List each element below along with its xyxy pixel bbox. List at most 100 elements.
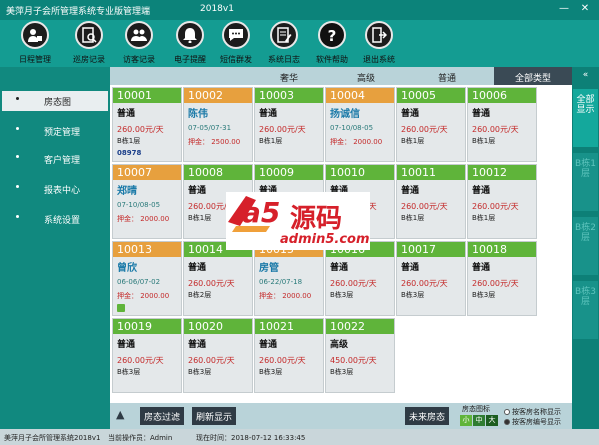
sidebar-item-label: 报表中心 (44, 186, 81, 196)
guest-name: 郑晴 (117, 186, 137, 197)
room-type: 普通 (401, 109, 420, 119)
room-card[interactable]: 10011 普通 260.00元/天 B栋1层 (396, 164, 466, 239)
room-card[interactable]: 10013 曾欣 06-06/07-02 押金： 2000.00 (112, 241, 182, 316)
room-card[interactable]: 10018 普通 260.00元/天 B栋3层 (467, 241, 537, 316)
display-by-name-radio[interactable]: 按客房名称显示 (504, 407, 561, 417)
room-card[interactable]: 10007 郑晴 07-10/08-05 押金： 2000.00 (112, 164, 182, 239)
room-card[interactable]: 10020 普通 260.00元/天 B栋3层 (183, 318, 253, 393)
room-price: 260.00元/天 (117, 356, 164, 365)
room-price: 260.00元/天 (472, 125, 519, 134)
help-icon: ? (318, 21, 346, 49)
reminder-button[interactable]: 电子提醒 (168, 20, 212, 67)
sidebar-item-customers[interactable]: 客户管理 (2, 149, 108, 169)
sidebar-item-reservations[interactable]: 预定管理 (2, 121, 108, 141)
watermark-url: admin5.com (280, 232, 370, 247)
close-icon[interactable]: ✕ (578, 2, 592, 16)
help-button[interactable]: ? 软件帮助 (310, 20, 354, 67)
toolbar-label: 访客记录 (123, 55, 155, 64)
visitors-button[interactable]: 访客记录 (117, 20, 161, 67)
stay-dates: 07-05/07-31 (188, 124, 232, 132)
tab-advanced[interactable]: 高级 (357, 71, 375, 84)
deposit: 押金： 2000.00 (117, 215, 170, 223)
room-card[interactable]: 10015房管06-22/07-18押金： 2000.00 (254, 241, 324, 316)
room-code: 08978 (117, 149, 142, 157)
toolbar-label: 系统日志 (268, 55, 300, 64)
room-floor: B栋1层 (401, 214, 425, 222)
floor-tab-b3[interactable]: B栋3层 (573, 281, 598, 339)
radio-circle-icon (504, 409, 510, 415)
room-type: 普通 (472, 186, 491, 196)
tab-standard[interactable]: 普通 (438, 71, 456, 84)
bullet-icon (16, 155, 19, 158)
size-large-button[interactable]: 大 (486, 415, 498, 426)
sidebar-item-room-status[interactable]: 房态图 (2, 91, 108, 111)
size-small-button[interactable]: 小 (460, 415, 472, 426)
deposit: 押金： 2000.00 (117, 292, 170, 300)
room-number: 10003 (255, 88, 323, 103)
room-floor: B栋3层 (330, 291, 354, 299)
display-by-number-radio[interactable]: 按客房编号显示 (504, 417, 561, 427)
room-card[interactable]: 10002 陈伟 07-05/07-31 押金： 2500.00 (183, 87, 253, 162)
size-medium-button[interactable]: 中 (473, 415, 485, 426)
room-card[interactable]: 10016普通260.00元/天B栋3层 (325, 241, 395, 316)
refresh-button[interactable]: 刷新显示 (192, 407, 237, 425)
toolbar-label: 巡房记录 (73, 55, 105, 64)
floor-tab-b2[interactable]: B栋2层 (573, 217, 598, 275)
room-number: 10018 (468, 242, 536, 257)
svg-text:?: ? (328, 27, 337, 43)
room-number: 10004 (326, 88, 394, 103)
room-number: 10013 (113, 242, 181, 257)
sidebar-item-reports[interactable]: 报表中心 (2, 179, 108, 199)
minimize-icon[interactable]: — (557, 2, 571, 16)
room-price: 260.00元/天 (472, 279, 519, 288)
room-card[interactable]: 10001 普通 260.00元/天 B栋1层 08978 (112, 87, 182, 162)
guest-name: 曾欣 (117, 263, 137, 274)
room-type: 普通 (188, 340, 207, 350)
tab-all-types[interactable]: 全部类型 (494, 67, 572, 85)
room-card[interactable]: 10005 普通 260.00元/天 B栋1层 (396, 87, 466, 162)
room-floor: B栋3层 (401, 291, 425, 299)
schedule-button[interactable]: 日程管理 (13, 20, 57, 67)
room-filter-button[interactable]: 房态过滤 (140, 407, 185, 425)
room-card[interactable]: 10003 普通 260.00元/天 B栋1层 (254, 87, 324, 162)
schedule-icon (21, 21, 49, 49)
toolbar-label: 退出系统 (363, 55, 395, 64)
room-floor: B栋1层 (117, 137, 141, 145)
exit-button[interactable]: 退出系统 (357, 20, 401, 67)
room-type: 普通 (472, 263, 491, 273)
sidebar: 房态图 预定管理 客户管理 报表中心 系统设置 (0, 67, 110, 429)
floor-tab-b1[interactable]: B栋1层 (573, 153, 598, 211)
room-card[interactable]: 10004 扬诚信 07-10/08-05 押金： 2000.00 (325, 87, 395, 162)
sidebar-item-settings[interactable]: 系统设置 (2, 209, 108, 229)
log-button[interactable]: 系统日志 (262, 20, 306, 67)
room-card[interactable]: 10017 普通 260.00元/天 B栋3层 (396, 241, 466, 316)
collapse-chevron-icon[interactable]: « (572, 67, 599, 83)
inspection-icon (75, 21, 103, 49)
floor-tab-label: B栋3层 (575, 287, 596, 307)
room-type: 普通 (330, 263, 349, 273)
room-number: 10007 (113, 165, 181, 180)
status-operator: 当前操作员：Admin (108, 434, 173, 442)
room-card[interactable]: 10014 普通 260.00元/天 B栋2层 (183, 241, 253, 316)
sms-button[interactable]: 短信群发 (214, 20, 258, 67)
room-card[interactable]: 10006 普通 260.00元/天 B栋1层 (467, 87, 537, 162)
floor-tab-all[interactable]: 全部显示 (573, 89, 598, 147)
scroll-up-icon[interactable]: ▲ (116, 408, 124, 421)
inspection-button[interactable]: 巡房记录 (67, 20, 111, 67)
tab-luxury[interactable]: 奢华 (280, 71, 298, 84)
exit-icon (365, 21, 393, 49)
room-number: 10021 (255, 319, 323, 334)
room-number: 10012 (468, 165, 536, 180)
room-type: 普通 (259, 109, 278, 119)
stay-dates: 06-22/07-18 (259, 278, 303, 286)
room-card[interactable]: 10021 普通 260.00元/天 B栋3层 (254, 318, 324, 393)
room-card[interactable]: 10012 普通 260.00元/天 B栋1层 (467, 164, 537, 239)
room-floor: B栋3层 (259, 368, 283, 376)
bullet-icon (16, 215, 19, 218)
room-card[interactable]: 10019 普通 260.00元/天 B栋3层 (112, 318, 182, 393)
room-number: 10001 (113, 88, 181, 103)
room-card[interactable]: 10022 高级 450.00元/天 B栋3层 (325, 318, 395, 393)
room-type-filter: 奢华 高级 普通 全部类型 (110, 67, 572, 85)
future-status-button[interactable]: 未来房态 (405, 407, 450, 425)
toolbar: 日程管理 巡房记录 访客记录 电子提醒 短信群发 系统日志 ? 软件帮助 退出系… (0, 20, 599, 67)
